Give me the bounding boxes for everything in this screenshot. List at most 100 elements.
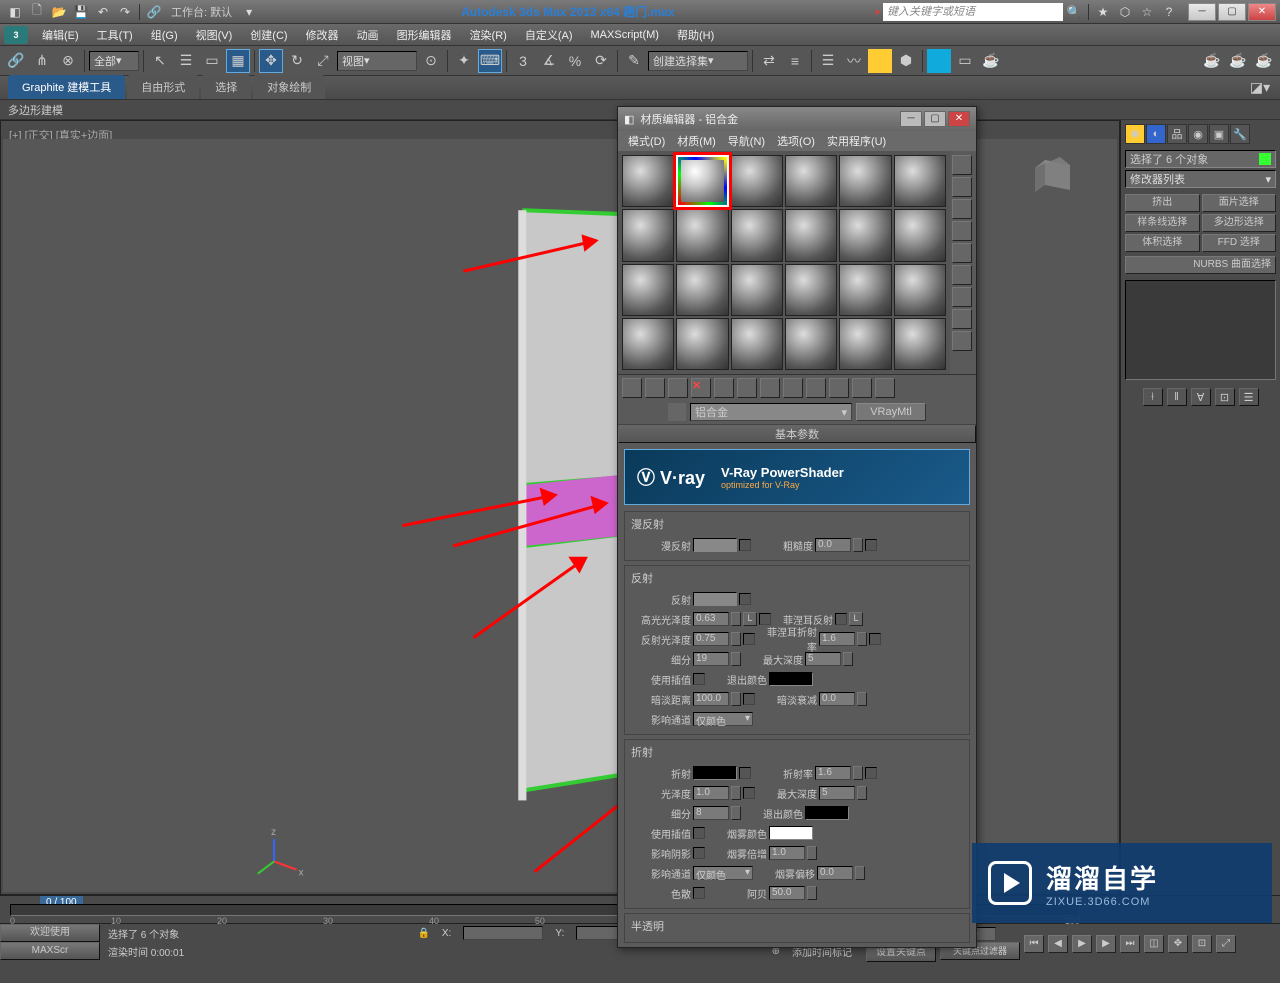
unlink-tool-icon[interactable]: ⋔ — [30, 49, 54, 73]
search-input[interactable]: 键入关键字或短语 — [883, 3, 1063, 21]
menu-maxscript[interactable]: MAXScript(M) — [583, 29, 667, 41]
mat-id-icon[interactable] — [783, 378, 803, 398]
preview-icon[interactable] — [952, 265, 972, 285]
refract-affect-combo[interactable]: 仅颜色▾ — [693, 866, 753, 880]
mat-slot[interactable] — [785, 155, 837, 207]
curve-editor-icon[interactable]: 〰 — [842, 49, 866, 73]
diffuse-swatch[interactable] — [693, 538, 737, 552]
mat-menu-mode[interactable]: 模式(D) — [622, 133, 671, 149]
nav-a-icon[interactable]: ◫ — [1144, 935, 1164, 953]
prev-frame-icon[interactable]: ◀ — [1048, 935, 1068, 953]
tab-freeform[interactable]: 自由形式 — [127, 75, 199, 99]
coord-x[interactable] — [463, 926, 543, 940]
assign-mat-icon[interactable] — [668, 378, 688, 398]
goto-end-icon[interactable]: ⏭ — [1120, 935, 1140, 953]
dropdown-icon[interactable]: ▾ — [239, 3, 259, 21]
mat-minimize[interactable]: ─ — [900, 111, 922, 127]
lock-L-button[interactable]: L — [743, 612, 757, 626]
app-menu-icon[interactable]: ◧ — [5, 3, 25, 21]
mat-slot[interactable] — [785, 318, 837, 370]
put-lib-icon[interactable] — [760, 378, 780, 398]
mat-slot[interactable] — [894, 318, 946, 370]
viewcube[interactable] — [1030, 150, 1080, 200]
diffuse-map-chk[interactable] — [739, 539, 751, 551]
mat-menu-opt[interactable]: 选项(O) — [771, 133, 821, 149]
render-frame-icon[interactable]: ▭ — [953, 49, 977, 73]
modifier-list[interactable]: 修改器列表▾ — [1125, 170, 1276, 188]
mat-slot[interactable] — [676, 264, 728, 316]
rotate-icon[interactable]: ↻ — [285, 49, 309, 73]
undo-icon[interactable]: ↶ — [93, 3, 113, 21]
mat-slot[interactable] — [894, 264, 946, 316]
btn-spline[interactable]: 样条线选择 — [1125, 214, 1200, 232]
menu-tools[interactable]: 工具(T) — [89, 27, 141, 43]
maxscript-tab[interactable]: MAXScr — [0, 942, 100, 960]
btn-ffd[interactable]: FFD 选择 — [1202, 234, 1277, 252]
angle-snap-icon[interactable]: ∡ — [537, 49, 561, 73]
mat-slot[interactable] — [785, 209, 837, 261]
material-editor-window[interactable]: ◧ 材质编辑器 - 铝合金 ─ ▢ ✕ 模式(D) 材质(M) 导航(N) 选项… — [617, 106, 977, 948]
video-check-icon[interactable] — [952, 243, 972, 263]
mat-map-nav-icon[interactable] — [952, 331, 972, 351]
reflect-swatch[interactable] — [693, 592, 737, 606]
pivot-icon[interactable]: ⊙ — [419, 49, 443, 73]
menu-modifier[interactable]: 修改器 — [298, 27, 347, 43]
mat-slot[interactable] — [839, 155, 891, 207]
material-type-button[interactable]: VRayMtl — [856, 403, 926, 421]
link-tool-icon[interactable]: 🔗 — [4, 49, 28, 73]
scale-icon[interactable]: ⤢ — [311, 49, 335, 73]
snap3-icon[interactable]: 3 — [511, 49, 535, 73]
btn-patch[interactable]: 面片选择 — [1202, 194, 1277, 212]
pct-snap-icon[interactable]: % — [563, 49, 587, 73]
stack-a-icon[interactable]: ‖ — [1167, 388, 1187, 406]
render-icon[interactable]: ☕ — [979, 49, 1003, 73]
put-mat-icon[interactable] — [645, 378, 665, 398]
mat-slot[interactable] — [894, 155, 946, 207]
rglossy-spinner[interactable]: 0.75 — [693, 632, 729, 646]
color-swatch[interactable] — [1259, 153, 1271, 165]
mat-menu-nav[interactable]: 导航(N) — [722, 133, 771, 149]
btn-extrude[interactable]: 挤出 — [1125, 194, 1200, 212]
refract-exit-swatch[interactable] — [805, 806, 849, 820]
create-tab-icon[interactable]: ✺ — [1125, 124, 1145, 144]
info-icon[interactable]: ? — [1159, 3, 1179, 21]
select-icon[interactable]: ↖ — [148, 49, 172, 73]
nav-d-icon[interactable]: ⤢ — [1216, 935, 1236, 953]
mat-menu-util[interactable]: 实用程序(U) — [821, 133, 892, 149]
teapot-c-icon[interactable]: ☕ — [1252, 49, 1276, 73]
search-go-icon[interactable]: 🔍 — [1064, 3, 1084, 21]
bg-icon[interactable] — [952, 199, 972, 219]
workspace-label[interactable]: 工作台: 默认 — [165, 4, 238, 20]
help-icon[interactable]: ★ — [1093, 3, 1113, 21]
display-tab-icon[interactable]: ▣ — [1209, 124, 1229, 144]
mat-slot[interactable] — [731, 264, 783, 316]
backlight-icon[interactable] — [952, 177, 972, 197]
mat-slot[interactable] — [622, 264, 674, 316]
select-name-icon[interactable]: ☰ — [174, 49, 198, 73]
select-by-mat-icon[interactable] — [952, 309, 972, 329]
rsubdiv-spinner[interactable]: 19 — [693, 652, 729, 666]
menu-help[interactable]: 帮助(H) — [669, 27, 722, 43]
window-crossing-icon[interactable]: ▦ — [226, 49, 250, 73]
move-icon[interactable]: ✥ — [259, 49, 283, 73]
stack-d-icon[interactable]: ☰ — [1239, 388, 1259, 406]
show-map-icon[interactable] — [806, 378, 826, 398]
maximize-button[interactable]: ▢ — [1218, 3, 1246, 21]
menu-anim[interactable]: 动画 — [349, 27, 387, 43]
ribbon-expand-icon[interactable]: ◪▾ — [1248, 75, 1272, 99]
menu-create[interactable]: 创建(C) — [242, 27, 295, 43]
hilight-spinner[interactable]: 0.63 — [693, 612, 729, 626]
mat-slot[interactable] — [731, 318, 783, 370]
mat-slot[interactable] — [676, 209, 728, 261]
make-copy-icon[interactable] — [714, 378, 734, 398]
render-setup-icon[interactable] — [927, 49, 951, 73]
refract-swatch[interactable] — [693, 766, 737, 780]
btn-vol[interactable]: 体积选择 — [1125, 234, 1200, 252]
stack-c-icon[interactable]: ⊡ — [1215, 388, 1235, 406]
menu-view[interactable]: 视图(V) — [188, 27, 241, 43]
align-icon[interactable]: ≡ — [783, 49, 807, 73]
go-sibling-icon[interactable] — [875, 378, 895, 398]
show-end-icon[interactable] — [829, 378, 849, 398]
manip-icon[interactable]: ✦ — [452, 49, 476, 73]
mat-slot[interactable] — [839, 318, 891, 370]
